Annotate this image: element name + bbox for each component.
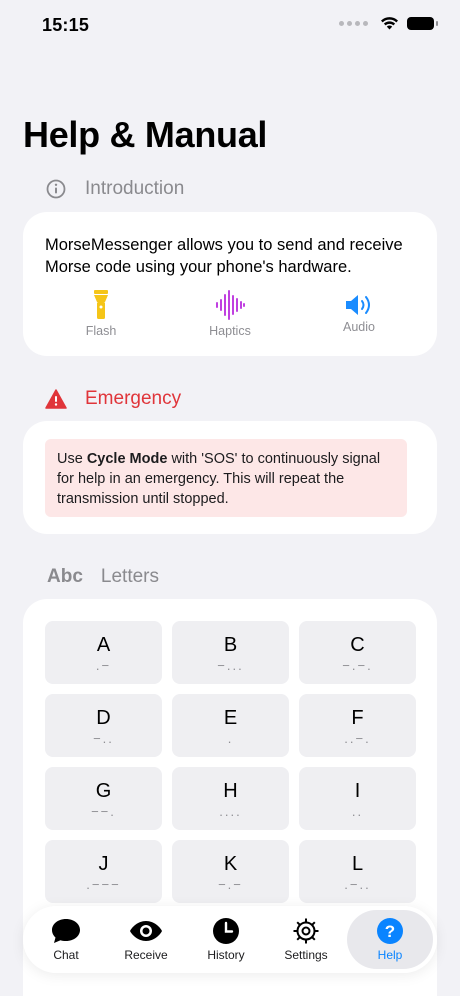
tab-bar: Chat Receive History Settings ? Help [23, 906, 437, 973]
feature-haptics: Haptics [205, 288, 255, 338]
abc-icon: Abc [47, 566, 83, 587]
morse-code: ..−. [344, 730, 371, 746]
tab-chat[interactable]: Chat [27, 910, 105, 969]
speaker-icon [345, 288, 373, 316]
chat-bubble-icon [51, 917, 81, 945]
letter: L [351, 852, 364, 875]
status-icons [339, 16, 438, 30]
introduction-header-label: Introduction [85, 178, 185, 199]
morse-code: .−−− [86, 876, 121, 892]
info-icon [45, 178, 67, 200]
introduction-header: Introduction [45, 178, 184, 200]
letter-cell[interactable]: B −... [172, 621, 289, 684]
letters-header: Abc Letters [47, 566, 159, 588]
emergency-header: Emergency [45, 388, 181, 410]
eye-icon [129, 917, 163, 945]
tab-label: Help [377, 948, 403, 962]
letter: E [223, 706, 238, 729]
feature-label: Flash [85, 324, 117, 338]
letter: J [98, 852, 109, 875]
letter-cell[interactable]: H.... [172, 767, 289, 830]
letter: F [351, 706, 364, 729]
flashlight-icon [94, 288, 108, 320]
morse-code: .. [351, 803, 364, 819]
morse-code: .... [219, 803, 242, 819]
letter-cell[interactable]: K −.− [172, 840, 289, 903]
morse-code: −−. [91, 803, 116, 819]
emergency-header-label: Emergency [85, 388, 182, 409]
gear-icon [292, 917, 320, 945]
tab-receive[interactable]: Receive [107, 910, 185, 969]
letter-cell[interactable]: L .−.. [299, 840, 416, 903]
letter: A [96, 633, 111, 656]
letter-cell[interactable]: I.. [299, 767, 416, 830]
letter: K [223, 852, 238, 875]
introduction-card: MorseMessenger allows you to send and re… [23, 212, 437, 356]
letter: H [223, 779, 238, 802]
letter-cell[interactable]: E. [172, 694, 289, 757]
introduction-text: MorseMessenger allows you to send and re… [45, 236, 403, 276]
warning-icon [45, 388, 67, 410]
letter: I [354, 779, 361, 802]
morse-code: .− [95, 657, 112, 673]
feature-label: Audio [343, 320, 375, 334]
emergency-text-prefix: Use [57, 451, 87, 467]
clock-icon [212, 917, 240, 945]
letters-grid: A .− B −... C −.−. D −.. E. F ..−. G −−. H....… [45, 621, 416, 903]
tab-label: Receive [124, 948, 168, 962]
letter-cell[interactable]: A .− [45, 621, 162, 684]
feature-label: Haptics [209, 324, 251, 338]
feature-flash: Flash [79, 288, 123, 338]
tab-label: History [207, 948, 245, 962]
tab-label: Settings [284, 948, 328, 962]
emergency-card: Use Cycle Mode with 'SOS' to continuousl… [23, 421, 437, 534]
emergency-text-bold: Cycle Mode [86, 451, 168, 467]
wifi-icon [381, 17, 398, 30]
battery-icon [407, 16, 438, 30]
page-title: Help & Manual [23, 114, 268, 155]
status-bar: 15:15 [0, 0, 460, 54]
morse-code: −.−. [342, 657, 373, 673]
status-time: 15:15 [42, 15, 90, 35]
letter-cell[interactable]: G −−. [45, 767, 162, 830]
feature-audio: Audio [337, 288, 381, 334]
letter-cell[interactable]: J .−−− [45, 840, 162, 903]
letter: B [223, 633, 238, 656]
letter: D [96, 706, 111, 729]
emergency-text: Use Cycle Mode with 'SOS' to continuousl… [45, 439, 407, 517]
morse-code: −.. [93, 730, 114, 746]
letter-cell[interactable]: F ..−. [299, 694, 416, 757]
morse-code: −.− [218, 876, 243, 892]
signal-dots-icon [339, 20, 368, 26]
svg-text:?: ? [385, 922, 395, 941]
morse-code: . [227, 730, 234, 746]
tab-help[interactable]: ? Help [347, 910, 433, 969]
question-icon: ? [376, 917, 404, 945]
morse-code: −... [217, 657, 244, 673]
letter: C [350, 633, 365, 656]
letters-header-label: Letters [100, 566, 159, 587]
letter: G [95, 779, 112, 802]
letter-cell[interactable]: D −.. [45, 694, 162, 757]
letter-cell[interactable]: C −.−. [299, 621, 416, 684]
tab-history[interactable]: History [187, 910, 265, 969]
tab-settings[interactable]: Settings [267, 910, 345, 969]
morse-code: .−.. [344, 876, 371, 892]
tab-label: Chat [53, 948, 79, 962]
waveform-icon [215, 288, 245, 320]
